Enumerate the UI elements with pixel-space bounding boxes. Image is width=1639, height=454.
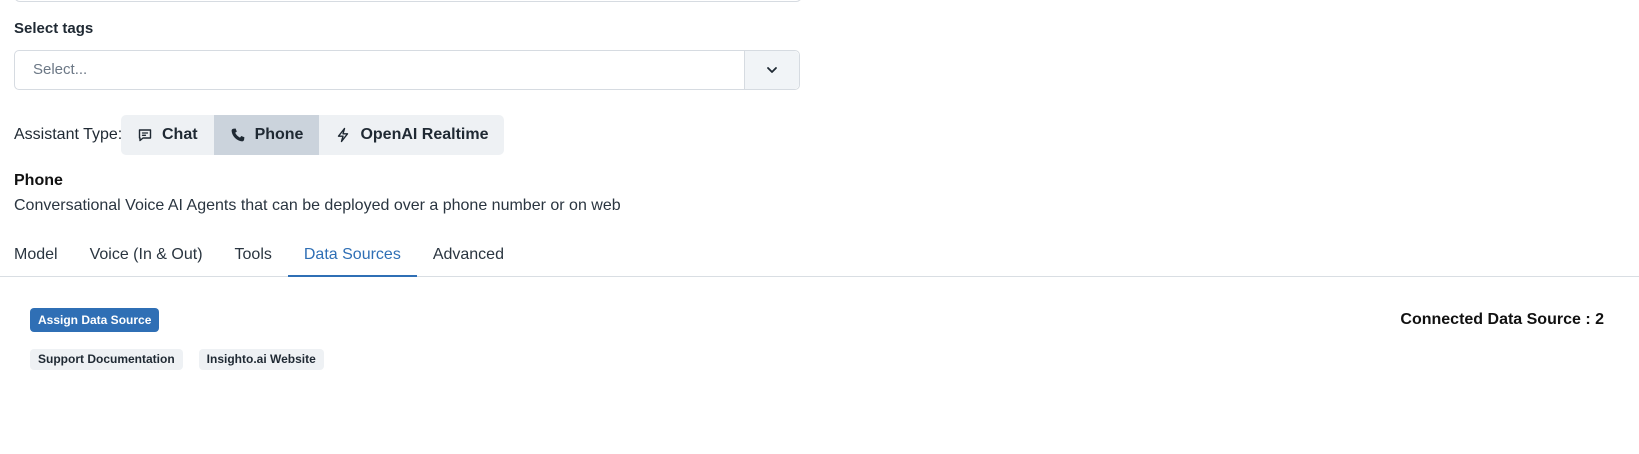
- tags-dropdown-toggle[interactable]: [744, 51, 799, 89]
- data-source-chip[interactable]: Insighto.ai Website: [198, 349, 324, 370]
- assistant-type-chat-label: Chat: [162, 126, 198, 143]
- select-tags-label: Select tags: [14, 20, 94, 37]
- previous-field-bottom-edge[interactable]: [14, 0, 802, 2]
- tab-model[interactable]: Model: [0, 240, 74, 275]
- tags-select[interactable]: Select...: [14, 50, 800, 90]
- connected-data-source-count: Connected Data Source : 2: [1400, 311, 1604, 328]
- assistant-type-description: Conversational Voice AI Agents that can …: [14, 197, 621, 214]
- assistant-type-toggle-group: Chat Phone OpenAI Realtime: [121, 115, 505, 155]
- data-source-chip[interactable]: Support Documentation: [30, 349, 183, 370]
- phone-icon: [231, 128, 244, 142]
- tags-select-placeholder[interactable]: Select...: [15, 51, 744, 89]
- assistant-type-title: Phone: [14, 172, 63, 189]
- assistant-type-chat-button[interactable]: Chat: [121, 115, 214, 155]
- assistant-type-phone-label: Phone: [254, 126, 304, 143]
- data-source-list: Support Documentation Insighto.ai Websit…: [30, 349, 324, 370]
- lightning-icon: [338, 127, 349, 143]
- chat-icon: [138, 129, 152, 142]
- tab-tools[interactable]: Tools: [219, 240, 288, 275]
- assign-data-source-button[interactable]: Assign Data Source: [30, 308, 160, 332]
- config-tabs: Model Voice (In & Out) Tools Data Source…: [0, 240, 1639, 277]
- tab-advanced[interactable]: Advanced: [417, 240, 520, 275]
- assistant-type-label: Assistant Type:: [14, 126, 123, 143]
- chevron-down-icon: [767, 67, 777, 73]
- tab-voice[interactable]: Voice (In & Out): [74, 240, 219, 275]
- tab-data-sources[interactable]: Data Sources: [287, 240, 417, 277]
- assistant-type-openai-realtime-label: OpenAI Realtime: [360, 126, 489, 143]
- assistant-type-phone-button[interactable]: Phone: [213, 115, 320, 155]
- assistant-type-openai-realtime-button[interactable]: OpenAI Realtime: [319, 115, 504, 155]
